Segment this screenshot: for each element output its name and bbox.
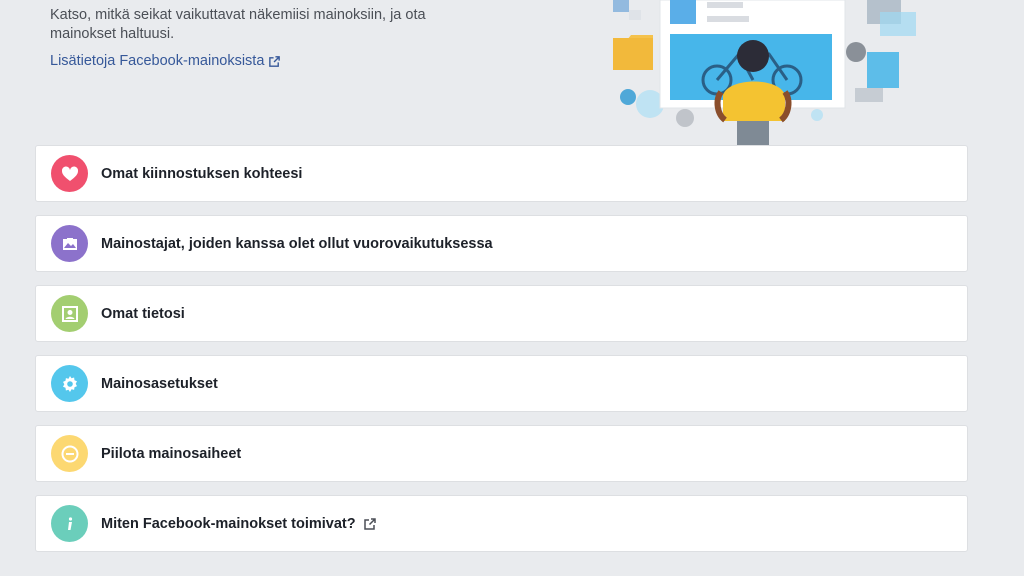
profile-icon-circle — [51, 295, 88, 332]
section-label: Omat kiinnostuksen kohteesi — [101, 165, 303, 182]
profile-icon — [61, 305, 78, 322]
intro-section: Katso, mitkä seikat vaikuttavat näkemiis… — [50, 6, 490, 70]
ads-illustration — [613, 0, 916, 146]
section-label: Mainosasetukset — [101, 375, 218, 392]
section-label: Omat tietosi — [101, 305, 185, 322]
minus-icon-circle — [51, 435, 88, 472]
minus-icon — [61, 445, 78, 462]
external-link-icon — [363, 517, 376, 530]
ad-preferences-list: Omat kiinnostuksen kohteesi Mainostajat,… — [35, 145, 968, 565]
briefcase-icon — [62, 237, 77, 250]
section-ad-settings[interactable]: Mainosasetukset — [35, 355, 968, 412]
external-link-icon — [269, 55, 281, 67]
heart-icon — [61, 165, 78, 181]
section-advertisers[interactable]: Mainostajat, joiden kanssa olet ollut vu… — [35, 215, 968, 272]
heart-icon-circle — [51, 155, 88, 192]
info-icon — [67, 516, 72, 530]
gear-icon — [62, 375, 77, 392]
info-icon-circle — [51, 505, 88, 542]
gear-icon-circle — [51, 365, 88, 402]
section-label: Miten Facebook-mainokset toimivat? — [101, 515, 356, 532]
section-hide-ad-topics[interactable]: Piilota mainosaiheet — [35, 425, 968, 482]
learn-more-link-label: Lisätietoja Facebook-mainoksista — [50, 53, 265, 69]
intro-description: Katso, mitkä seikat vaikuttavat näkemiis… — [50, 7, 426, 42]
learn-more-link[interactable]: Lisätietoja Facebook-mainoksista — [50, 53, 281, 69]
section-your-information[interactable]: Omat tietosi — [35, 285, 968, 342]
section-label: Mainostajat, joiden kanssa olet ollut vu… — [101, 235, 493, 252]
section-interests[interactable]: Omat kiinnostuksen kohteesi — [35, 145, 968, 202]
briefcase-icon-circle — [51, 225, 88, 262]
section-label: Piilota mainosaiheet — [101, 445, 242, 462]
section-how-ads-work[interactable]: Miten Facebook-mainokset toimivat? — [35, 495, 968, 552]
